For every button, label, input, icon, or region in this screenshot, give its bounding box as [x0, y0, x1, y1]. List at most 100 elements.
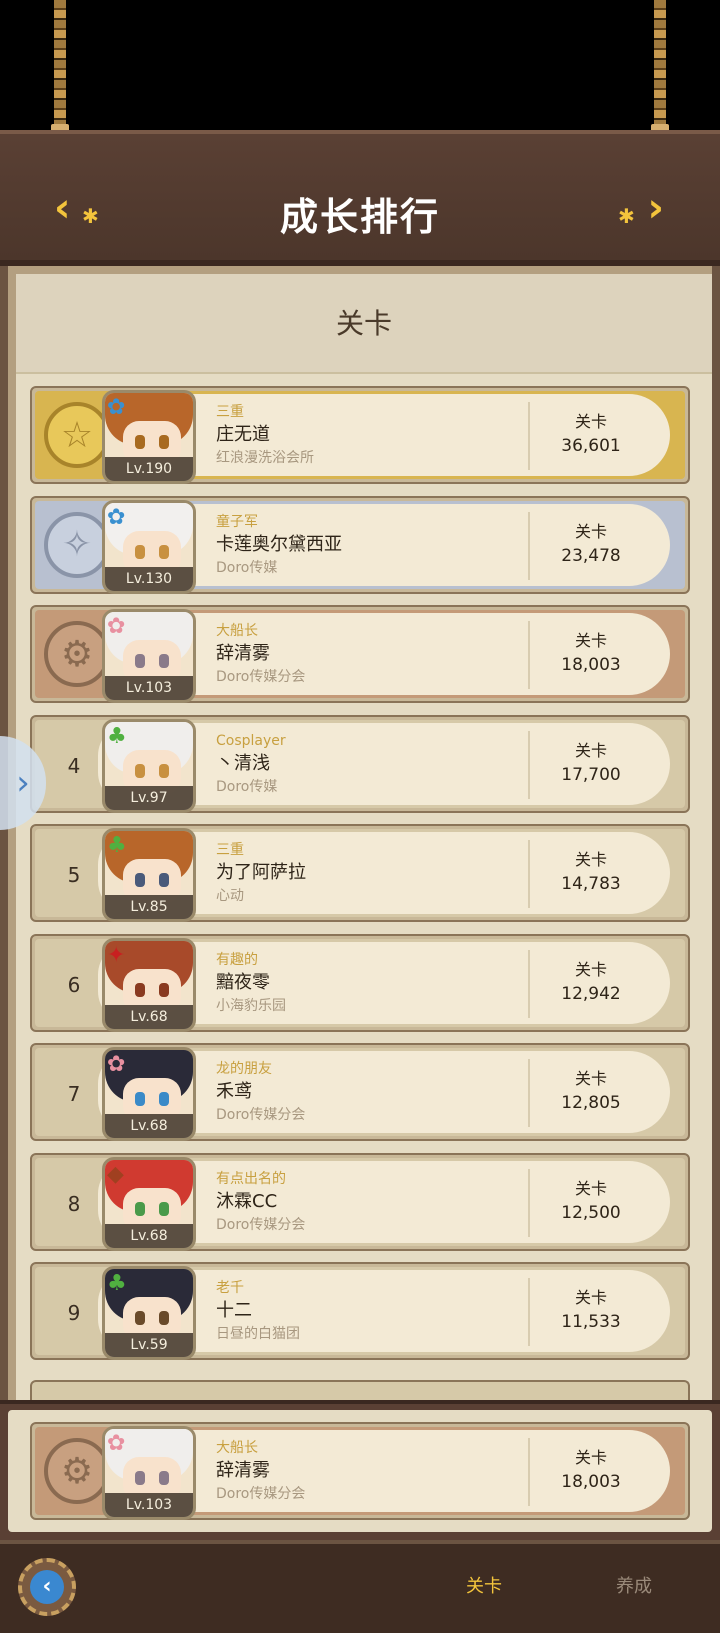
avatar-eye: [135, 1201, 145, 1216]
player-avatar[interactable]: ♣ Lv.85: [102, 828, 196, 922]
player-avatar[interactable]: ✿ Lv.130: [102, 499, 196, 594]
player-title: 有趣的: [216, 951, 258, 968]
hanging-chain-right: [651, 0, 669, 132]
bottom-bar: ‹ 关卡 养成: [0, 1540, 720, 1633]
score-label: 关卡: [574, 1288, 607, 1307]
score-value: 23,478: [561, 545, 621, 566]
player-avatar[interactable]: ♣ Lv.59: [102, 1266, 196, 1360]
player-guild: Doro传媒分会: [216, 1486, 306, 1502]
player-info: 三重 为了阿萨拉 心动: [216, 840, 506, 906]
player-level: Lv.97: [105, 785, 193, 810]
score-value: 18,003: [561, 1472, 621, 1492]
tab-stage[interactable]: 关卡: [466, 1572, 502, 1598]
divider: [528, 511, 530, 580]
divider: [528, 1438, 530, 1506]
player-level: Lv.68: [105, 1004, 193, 1029]
avatar-eye: [135, 1092, 145, 1106]
hair-accessory-icon: ✦: [107, 942, 126, 968]
divider: [528, 1278, 530, 1346]
player-guild: Doro传媒: [216, 559, 278, 576]
player-title: Cosplayer: [216, 732, 286, 749]
rank-row[interactable]: 7 ✿ Lv.68 龙的朋友 禾鸢 Doro传媒分会 关卡 12,805: [30, 1043, 690, 1141]
rank-row[interactable]: 4 ♣ Lv.97 Cosplayer 丶清浅 Doro传媒 关卡 17,700: [30, 714, 690, 813]
score-label: 关卡: [574, 1069, 607, 1088]
score-block: 关卡 12,500: [536, 1177, 646, 1225]
score-label: 关卡: [574, 412, 607, 431]
hanging-chain-left: [51, 0, 69, 132]
player-avatar[interactable]: ✿ Lv.103: [102, 1426, 196, 1520]
score-block: 关卡 12,805: [536, 1067, 646, 1115]
rank-number: 8: [67, 1191, 81, 1216]
score-label: 关卡: [574, 850, 607, 869]
tab-growth[interactable]: 养成: [616, 1572, 652, 1598]
player-guild: 日昼的白猫团: [216, 1326, 300, 1342]
player-title: 老千: [216, 1280, 244, 1296]
player-info: 大船长 辞清雾 Doro传媒分会: [216, 621, 506, 687]
score-label: 关卡: [574, 740, 607, 760]
player-name: 卡莲奥尔黛西亚: [216, 533, 342, 555]
rank-row[interactable]: 5 ♣ Lv.85 三重 为了阿萨拉 心动 关卡 14,783: [30, 824, 690, 922]
back-arrow-icon: ‹: [30, 1570, 64, 1604]
rank-number: 5: [67, 863, 81, 887]
player-info: 三重 庄无道 红浪漫洗浴会所: [216, 402, 506, 468]
player-title: 三重: [216, 842, 244, 858]
player-avatar[interactable]: ♣ Lv.97: [102, 718, 196, 813]
rank-row[interactable]: 6 ✦ Lv.68 有趣的 黯夜零 小海豹乐园 关卡 12,942: [30, 933, 690, 1032]
back-button[interactable]: ‹: [18, 1558, 76, 1616]
player-avatar[interactable]: ✿ Lv.103: [102, 609, 196, 703]
avatar-eye: [159, 1311, 169, 1325]
silver-star-medal-icon: ✧: [44, 511, 110, 578]
score-block: 关卡 18,003: [536, 629, 646, 677]
player-info: 有点出名的 沐霖CC Doro传媒分会: [216, 1169, 506, 1235]
player-guild: Doro传媒分会: [216, 1216, 306, 1233]
player-avatar[interactable]: ✦ Lv.68: [102, 937, 196, 1032]
avatar-eye: [135, 544, 145, 559]
score-value: 11,533: [561, 1312, 621, 1332]
my-rank-row[interactable]: ⚙ ✿ Lv.103 大船长 辞清雾 Doro传媒分会 关卡 18,003: [30, 1422, 690, 1520]
player-avatar[interactable]: ✿ Lv.190: [102, 390, 196, 484]
avatar-eye: [135, 763, 145, 778]
rank-row[interactable]: ✧ ✿ Lv.130 童子军 卡莲奥尔黛西亚 Doro传媒 关卡 23,478: [30, 495, 690, 594]
player-title: 有点出名的: [216, 1170, 286, 1187]
rank-row[interactable]: ☆ ✿ Lv.190 三重 庄无道 红浪漫洗浴会所 关卡 36,601: [30, 386, 690, 484]
player-level: Lv.68: [105, 1114, 193, 1138]
hair-accessory-icon: ♣: [107, 1271, 127, 1296]
player-name: 黯夜零: [216, 971, 270, 993]
hair-accessory-icon: ✿: [107, 1052, 126, 1077]
player-avatar[interactable]: ◆ Lv.68: [102, 1156, 196, 1251]
player-level: Lv.59: [105, 1333, 193, 1357]
player-info: Cosplayer 丶清浅 Doro传媒: [216, 731, 506, 797]
rank-row[interactable]: 8 ◆ Lv.68 有点出名的 沐霖CC Doro传媒分会 关卡 12,500: [30, 1152, 690, 1251]
hair-accessory-icon: ✿: [107, 614, 126, 639]
score-value: 17,700: [561, 764, 621, 785]
score-value: 12,805: [561, 1093, 621, 1113]
hair-accessory-icon: ♣: [107, 833, 127, 858]
chevron-right-icon: ›: [647, 185, 664, 231]
score-label: 关卡: [574, 521, 607, 541]
player-info: 大船长 辞清雾 Doro传媒分会: [216, 1438, 506, 1504]
hair-accessory-icon: ◆: [107, 1161, 124, 1187]
player-avatar[interactable]: ✿ Lv.68: [102, 1047, 196, 1141]
avatar-eye: [159, 544, 169, 559]
rank-row[interactable]: ⚙ ✿ Lv.103 大船长 辞清雾 Doro传媒分会 关卡 18,003: [30, 605, 690, 703]
hair-accessory-icon: ✿: [107, 1431, 126, 1456]
score-block: 关卡 18,003: [536, 1446, 646, 1494]
score-block: 关卡 12,942: [536, 958, 646, 1006]
player-name: 十二: [216, 1300, 252, 1321]
score-label: 关卡: [574, 1178, 607, 1198]
category-title: 关卡: [16, 274, 712, 374]
avatar-eye: [159, 873, 169, 887]
divider: [528, 949, 530, 1018]
player-name: 禾鸢: [216, 1081, 252, 1102]
player-level: Lv.85: [105, 895, 193, 919]
next-page-button[interactable]: ✱ ›: [610, 186, 664, 230]
avatar-eye: [135, 435, 145, 449]
player-title: 大船长: [216, 1440, 258, 1456]
rank-row[interactable]: 9 ♣ Lv.59 老千 十二 日昼的白猫团 关卡 11,533: [30, 1262, 690, 1360]
chevron-right-icon: ›: [16, 763, 30, 803]
player-level: Lv.130: [105, 566, 193, 591]
score-label: 关卡: [574, 1448, 607, 1467]
hair-accessory-icon: ✿: [107, 395, 126, 420]
my-rank-bar: ⚙ ✿ Lv.103 大船长 辞清雾 Doro传媒分会 关卡 18,003: [0, 1400, 720, 1540]
score-block: 关卡 14,783: [536, 848, 646, 896]
